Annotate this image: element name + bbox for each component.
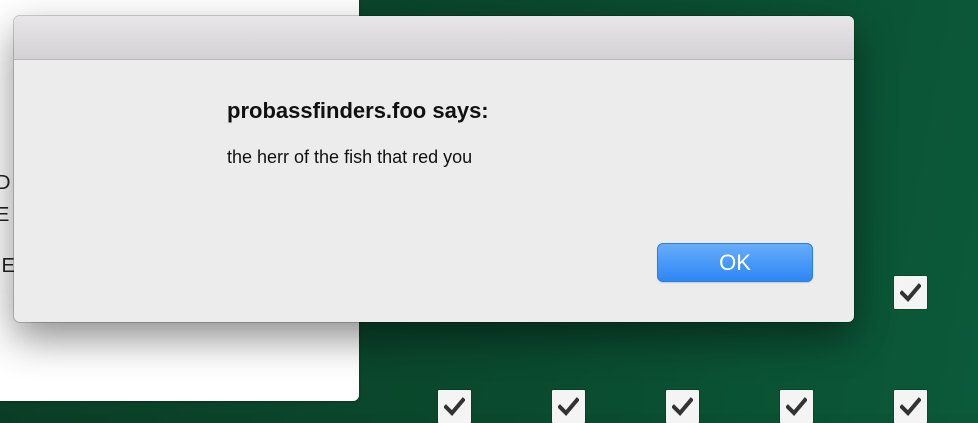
background-text-fragment: IE [0,255,15,277]
checkmark-icon [672,397,693,416]
ok-button[interactable]: OK [657,243,813,282]
checkmark-icon [900,283,921,302]
checkbox-checked[interactable] [780,390,813,423]
background-text-fragment: D [0,172,11,194]
background-text-fragment: E [0,204,10,226]
dialog-titlebar [14,16,854,60]
checkbox-checked[interactable] [894,390,927,423]
alert-dialog: probassfinders.foo says: the herr of the… [14,16,854,322]
checkbox-checked[interactable] [552,390,585,423]
checkbox-checked[interactable] [666,390,699,423]
checkbox-checked[interactable] [894,276,927,309]
checkmark-icon [444,397,465,416]
dialog-message: the herr of the fish that red you [227,147,473,167]
dialog-heading: probassfinders.foo says: [227,98,489,123]
checkmark-icon [558,397,579,416]
checkmark-icon [786,397,807,416]
checkbox-checked[interactable] [438,390,471,423]
checkmark-icon [900,397,921,416]
